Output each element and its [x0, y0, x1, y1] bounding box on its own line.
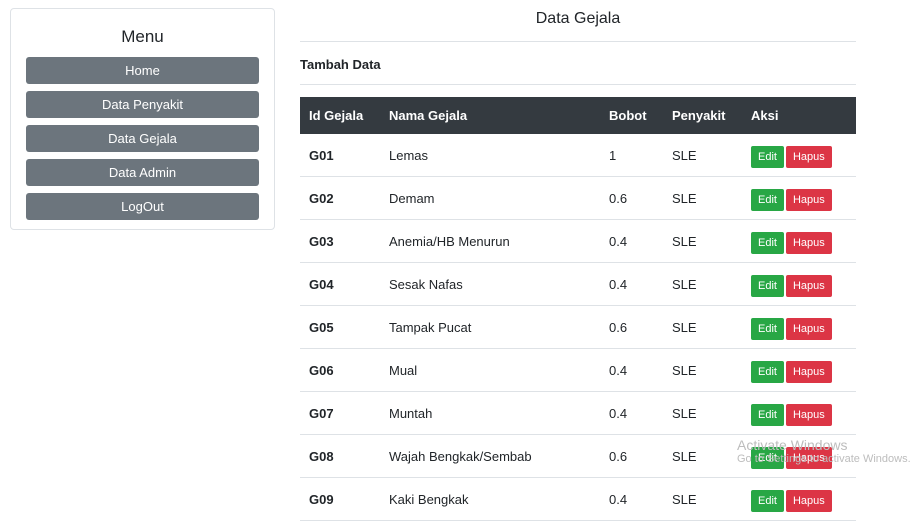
windows-activation-watermark: Activate Windows Go to Settings to activ… [737, 437, 911, 466]
cell-penyakit: SLE [663, 434, 742, 478]
cell-id-gejala: G01 [300, 134, 380, 177]
cell-id-gejala: G09 [300, 477, 380, 521]
cell-nama-gejala: Demam [380, 176, 600, 220]
cell-penyakit: SLE [663, 391, 742, 435]
add-data-link[interactable]: Tambah Data [300, 57, 381, 72]
cell-aksi: Edit Hapus [742, 262, 856, 306]
sidebar-title: Menu [121, 27, 164, 46]
delete-button[interactable]: Hapus [785, 318, 832, 340]
cell-nama-gejala: Tampak Pucat [380, 305, 600, 349]
edit-button[interactable]: Edit [751, 404, 784, 426]
delete-button[interactable]: Hapus [785, 361, 832, 383]
cell-id-gejala: G05 [300, 305, 380, 349]
cell-penyakit: SLE [663, 348, 742, 392]
cell-bobot: 0.4 [600, 219, 663, 263]
header-bobot: Bobot [600, 97, 663, 134]
menu-button-data-penyakit[interactable]: Data Penyakit [26, 91, 259, 118]
cell-aksi: Edit Hapus [742, 219, 856, 263]
sidebar-menu: Menu Home Data Penyakit Data Gejala Data… [10, 8, 275, 230]
table-row: G09 Kaki Bengkak 0.4 SLE Edit Hapus [300, 477, 856, 521]
cell-nama-gejala: Sesak Nafas [380, 262, 600, 306]
menu-button-data-gejala[interactable]: Data Gejala [26, 125, 259, 152]
cell-penyakit: SLE [663, 262, 742, 306]
cell-id-gejala: G03 [300, 219, 380, 263]
edit-button[interactable]: Edit [751, 318, 784, 340]
cell-id-gejala: G07 [300, 391, 380, 435]
cell-nama-gejala: Kaki Bengkak [380, 477, 600, 521]
table-row: G07 Muntah 0.4 SLE Edit Hapus [300, 391, 856, 435]
menu-button-data-admin[interactable]: Data Admin [26, 159, 259, 186]
header-id-gejala: Id Gejala [300, 97, 380, 134]
watermark-line-1: Activate Windows [737, 437, 848, 453]
cell-bobot: 0.4 [600, 391, 663, 435]
header-nama-gejala: Nama Gejala [380, 97, 600, 134]
table-row: G06 Mual 0.4 SLE Edit Hapus [300, 348, 856, 392]
cell-id-gejala: G08 [300, 434, 380, 478]
cell-aksi: Edit Hapus [742, 477, 856, 521]
cell-bobot: 0.4 [600, 262, 663, 306]
cell-aksi: Edit Hapus [742, 305, 856, 349]
delete-button[interactable]: Hapus [785, 232, 832, 254]
edit-button[interactable]: Edit [751, 232, 784, 254]
delete-button[interactable]: Hapus [785, 146, 832, 168]
table-row: G05 Tampak Pucat 0.6 SLE Edit Hapus [300, 305, 856, 349]
cell-aksi: Edit Hapus [742, 134, 856, 177]
menu-button-logout[interactable]: LogOut [26, 193, 259, 220]
cell-penyakit: SLE [663, 176, 742, 220]
cell-aksi: Edit Hapus [742, 391, 856, 435]
add-divider [300, 84, 856, 85]
cell-nama-gejala: Wajah Bengkak/Sembab [380, 434, 600, 478]
delete-button[interactable]: Hapus [785, 490, 832, 512]
header-penyakit: Penyakit [663, 97, 742, 134]
cell-penyakit: SLE [663, 219, 742, 263]
menu-button-home[interactable]: Home [26, 57, 259, 84]
cell-id-gejala: G02 [300, 176, 380, 220]
edit-button[interactable]: Edit [751, 189, 784, 211]
cell-id-gejala: G04 [300, 262, 380, 306]
header-aksi: Aksi [742, 97, 856, 134]
watermark-line-2: Go to Settings to activate Windows. [737, 453, 911, 466]
table-row: G04 Sesak Nafas 0.4 SLE Edit Hapus [300, 262, 856, 306]
cell-penyakit: SLE [663, 134, 742, 177]
cell-id-gejala: G06 [300, 348, 380, 392]
cell-nama-gejala: Muntah [380, 391, 600, 435]
cell-penyakit: SLE [663, 305, 742, 349]
cell-bobot: 0.6 [600, 305, 663, 349]
cell-penyakit: SLE [663, 477, 742, 521]
table-row: G03 Anemia/HB Menurun 0.4 SLE Edit Hapus [300, 219, 856, 263]
cell-bobot: 0.4 [600, 477, 663, 521]
delete-button[interactable]: Hapus [785, 275, 832, 297]
table-row: G02 Demam 0.6 SLE Edit Hapus [300, 176, 856, 220]
edit-button[interactable]: Edit [751, 490, 784, 512]
delete-button[interactable]: Hapus [785, 189, 832, 211]
table-row: G01 Lemas 1 SLE Edit Hapus [300, 134, 856, 177]
title-divider [300, 41, 856, 42]
cell-nama-gejala: Anemia/HB Menurun [380, 219, 600, 263]
edit-button[interactable]: Edit [751, 275, 784, 297]
edit-button[interactable]: Edit [751, 361, 784, 383]
edit-button[interactable]: Edit [751, 146, 784, 168]
cell-nama-gejala: Lemas [380, 134, 600, 177]
delete-button[interactable]: Hapus [785, 404, 832, 426]
page-title: Data Gejala [535, 10, 621, 27]
cell-bobot: 0.6 [600, 434, 663, 478]
cell-aksi: Edit Hapus [742, 348, 856, 392]
cell-nama-gejala: Mual [380, 348, 600, 392]
cell-bobot: 0.4 [600, 348, 663, 392]
table-header-row: Id Gejala Nama Gejala Bobot Penyakit Aks… [300, 97, 856, 134]
cell-bobot: 0.6 [600, 176, 663, 220]
cell-aksi: Edit Hapus [742, 176, 856, 220]
cell-bobot: 1 [600, 134, 663, 177]
